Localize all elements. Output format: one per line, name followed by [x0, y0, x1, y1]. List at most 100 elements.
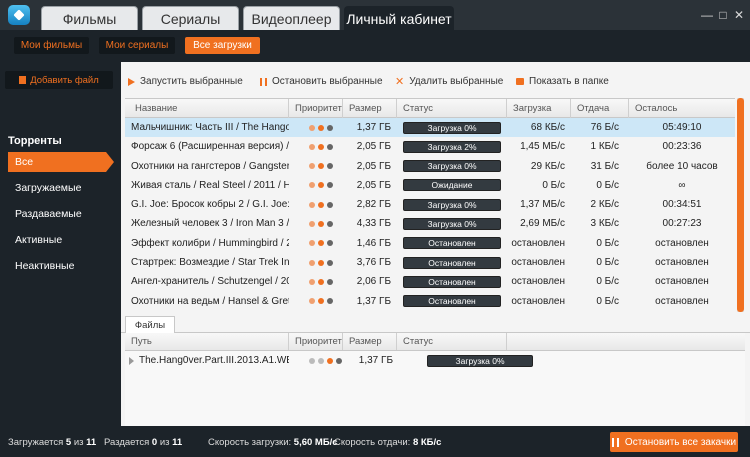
- torrent-remaining: остановлен: [655, 257, 709, 269]
- torrent-name: Форсаж 6 (Расширенная версия) / Fas: [131, 141, 289, 153]
- start-selected-button[interactable]: Запустить выбранные: [128, 76, 243, 87]
- minimize-icon[interactable]: —: [701, 9, 713, 21]
- file-size: 1,37 ГБ: [358, 355, 393, 366]
- torrent-upload-speed: 2 КБ/с: [590, 199, 619, 211]
- stop-all-label: Остановить все закачки: [624, 436, 737, 448]
- add-file-button[interactable]: Добавить файл: [5, 71, 113, 89]
- tab-personal-account[interactable]: Личный кабинет: [344, 6, 454, 31]
- priority-dots-icon: [309, 278, 333, 285]
- column-file-priority[interactable]: Приоритет: [289, 333, 343, 350]
- torrent-size: 4,33 ГБ: [356, 218, 391, 230]
- expand-triangle-icon[interactable]: [129, 356, 134, 365]
- torrent-size: 1,37 ГБ: [356, 122, 391, 133]
- main-panel: Запустить выбранные Остановить выбранные…: [121, 62, 750, 426]
- column-upload[interactable]: Отдача: [571, 99, 629, 118]
- table-row[interactable]: Ангел-хранитель / Schutzengel / 2012 2,06…: [125, 272, 735, 291]
- column-remaining[interactable]: Осталось: [629, 99, 735, 118]
- table-row[interactable]: G.I. Joe: Бросок кобры 2 / G.I. Joe: Re 2…: [125, 195, 735, 214]
- tab-movies[interactable]: Фильмы: [41, 6, 138, 31]
- file-path: The.Hang0ver.Part.III.2013.A1.WEBR: [139, 355, 289, 366]
- table-row[interactable]: Эффект колибри / Hummingbird / 2013 1,46 …: [125, 234, 735, 253]
- files-table: Путь Приоритет Размер Статус The.Hang0ve…: [125, 333, 745, 426]
- subtab-all-downloads[interactable]: Все загрузки: [185, 37, 260, 54]
- priority-dots-icon: [309, 182, 333, 189]
- tab-video-player[interactable]: Видеоплеер: [243, 6, 340, 31]
- torrent-status: Остановлен: [403, 253, 507, 272]
- torrent-upload-speed: 31 Б/с: [590, 160, 619, 172]
- sidebar-item-active[interactable]: Активные: [8, 230, 112, 250]
- subtab-my-series[interactable]: Мои сериалы: [99, 37, 175, 54]
- torrent-priority[interactable]: [309, 292, 343, 311]
- torrent-status: Остановлен: [403, 234, 507, 253]
- column-name[interactable]: Название: [125, 99, 289, 118]
- torrent-priority[interactable]: [309, 272, 343, 291]
- column-path[interactable]: Путь: [125, 333, 289, 350]
- table-row[interactable]: Охотники на гангстеров / Gangster Sq 2,05…: [125, 157, 735, 176]
- column-file-status[interactable]: Статус: [397, 333, 507, 350]
- torrent-download-speed: 0 Б/с: [542, 179, 565, 191]
- torrent-priority[interactable]: [309, 234, 343, 253]
- torrent-download-speed: 1,37 МБ/с: [520, 199, 565, 211]
- torrent-size: 3,76 ГБ: [356, 257, 391, 269]
- torrent-priority[interactable]: [309, 137, 343, 156]
- torrent-download-speed: остановлен: [511, 257, 565, 269]
- close-icon[interactable]: ✕: [733, 9, 745, 21]
- file-path-cell: The.Hang0ver.Part.III.2013.A1.WEBR: [129, 351, 289, 370]
- subtab-my-movies[interactable]: Мои фильмы: [14, 37, 89, 54]
- status-bar: Загрузка 2%: [403, 140, 501, 153]
- column-file-size[interactable]: Размер: [343, 333, 397, 350]
- delete-selected-button[interactable]: ✕ Удалить выбранные: [395, 76, 503, 87]
- sidebar-item-inactive[interactable]: Неактивные: [8, 256, 112, 276]
- sidebar-item-all[interactable]: Все: [8, 152, 114, 172]
- tab-series[interactable]: Сериалы: [142, 6, 239, 31]
- table-row[interactable]: Охотники на ведьм / Hansel & Gretel: V 1,…: [125, 292, 735, 311]
- torrent-name: Эффект колибри / Hummingbird / 2013: [131, 237, 289, 249]
- torrent-download-speed: остановлен: [511, 276, 565, 288]
- sidebar-item-seeding[interactable]: Раздаваемые: [8, 204, 112, 224]
- maximize-icon[interactable]: □: [717, 9, 729, 21]
- torrent-name: Мальчишник: Часть III / The Hangover: [131, 122, 289, 133]
- stop-all-downloads-button[interactable]: Остановить все закачки: [610, 432, 738, 452]
- status-bar: Ожидание: [403, 179, 501, 192]
- status-bar: Загрузка 0%: [403, 160, 501, 173]
- start-selected-label: Запустить выбранные: [140, 76, 243, 87]
- torrent-remaining: остановлен: [655, 295, 709, 307]
- file-row[interactable]: The.Hang0ver.Part.III.2013.A1.WEBR 1,37 …: [125, 351, 745, 371]
- torrent-size: 1,37 ГБ: [356, 295, 391, 307]
- torrent-size: 2,05 ГБ: [356, 160, 391, 172]
- torrent-priority[interactable]: [309, 118, 343, 137]
- torrent-download-speed: 68 КБ/с: [530, 122, 565, 133]
- torrent-table: Название Приоритет Размер Статус Загрузк…: [125, 98, 735, 311]
- table-row[interactable]: Мальчишник: Часть III / The Hangover 1,37…: [125, 118, 735, 138]
- stop-selected-label: Остановить выбранные: [272, 76, 383, 87]
- table-row[interactable]: Стартрек: Возмездие / Star Trek Into D 3,…: [125, 253, 735, 272]
- torrent-remaining: ∞: [678, 179, 686, 191]
- torrent-name: Ангел-хранитель / Schutzengel / 2012: [131, 276, 289, 288]
- torrent-size: 2,82 ГБ: [356, 199, 391, 211]
- status-footer: Загружается 5 из 11 Раздается 0 из 11 Ск…: [0, 426, 750, 457]
- torrent-remaining: остановлен: [655, 276, 709, 288]
- priority-dots-icon: [309, 201, 333, 208]
- column-size[interactable]: Размер: [343, 99, 397, 118]
- torrent-status: Загрузка 0%: [403, 157, 507, 176]
- column-priority[interactable]: Приоритет: [289, 99, 343, 118]
- column-status[interactable]: Статус: [397, 99, 507, 118]
- torrent-priority[interactable]: [309, 214, 343, 233]
- sidebar-item-downloading[interactable]: Загружаемые: [8, 178, 112, 198]
- torrent-priority[interactable]: [309, 195, 343, 214]
- torrent-priority[interactable]: [309, 253, 343, 272]
- table-row[interactable]: Живая сталь / Real Steel / 2011 / HDR 2,0…: [125, 176, 735, 195]
- show-in-folder-button[interactable]: Показать в папке: [516, 76, 609, 87]
- torrent-status: Ожидание: [403, 176, 507, 195]
- column-download[interactable]: Загрузка: [507, 99, 571, 118]
- torrent-status: Загрузка 0%: [403, 118, 507, 137]
- torrent-priority[interactable]: [309, 176, 343, 195]
- table-scrollbar[interactable]: [737, 98, 744, 312]
- stop-selected-button[interactable]: Остановить выбранные: [260, 76, 383, 87]
- torrent-upload-speed: 0 Б/с: [596, 276, 619, 288]
- table-row[interactable]: Железный человек 3 / Iron Man 3 / 20 4,33…: [125, 214, 735, 233]
- torrent-priority[interactable]: [309, 157, 343, 176]
- scrollbar-thumb[interactable]: [737, 98, 744, 312]
- table-row[interactable]: Форсаж 6 (Расширенная версия) / Fas 2,05 …: [125, 137, 735, 156]
- tab-files[interactable]: Файлы: [125, 316, 175, 333]
